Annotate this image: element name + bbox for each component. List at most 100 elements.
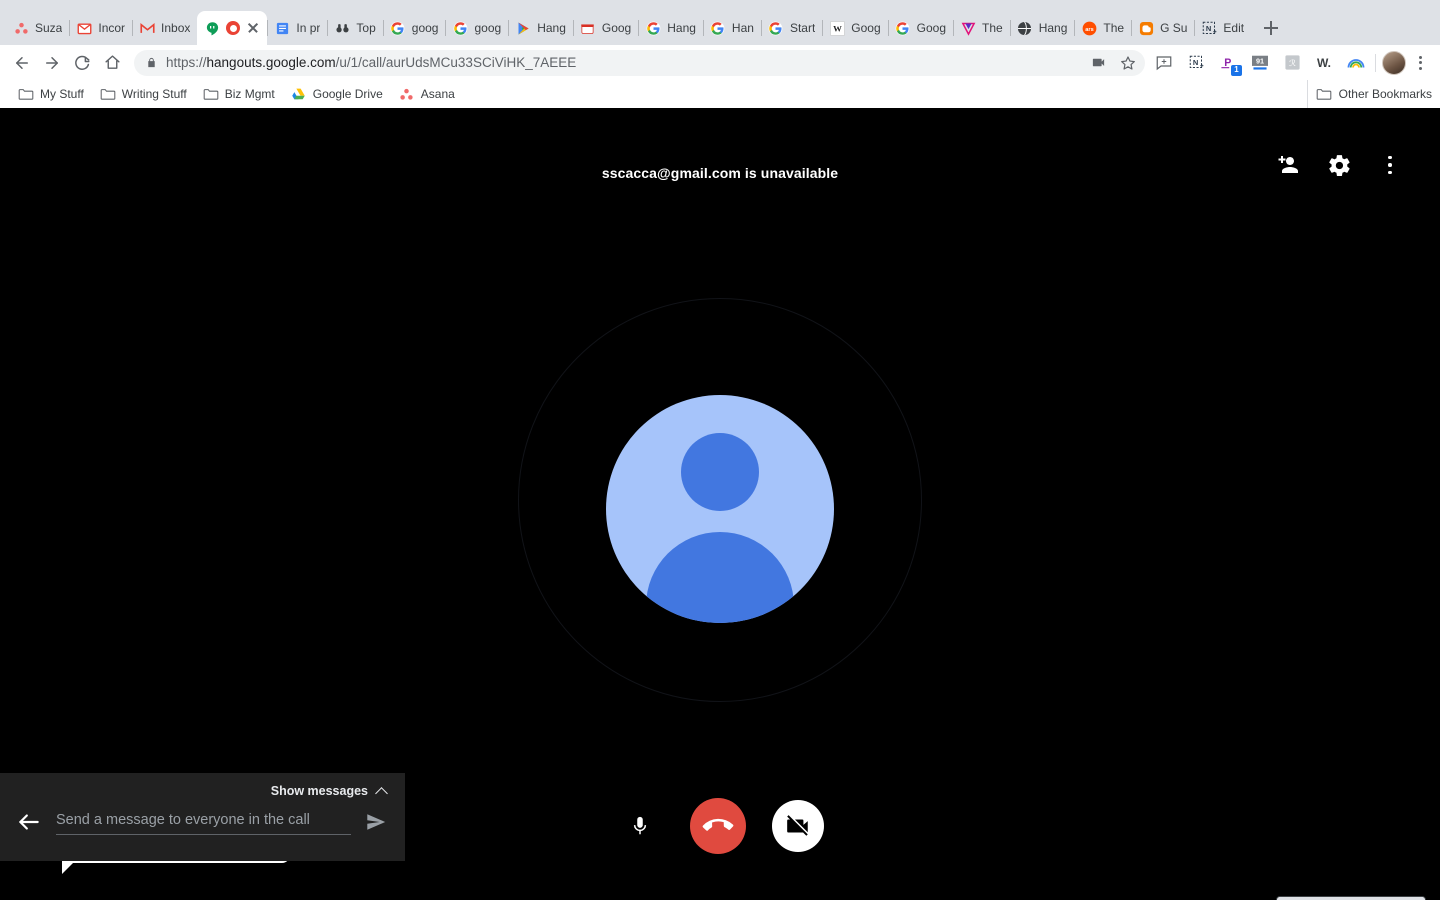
profile-avatar[interactable] <box>1382 50 1406 75</box>
pocket-icon[interactable]: P1 <box>1217 52 1242 76</box>
chevron-up-icon <box>376 786 387 797</box>
hangouts-icon <box>204 20 220 36</box>
binoculars-icon <box>334 20 350 36</box>
tab-separator <box>638 20 640 36</box>
home-button[interactable] <box>98 49 126 77</box>
tab-title: Hang <box>537 21 566 35</box>
url-text: https://hangouts.google.com/u/1/call/aur… <box>166 55 576 70</box>
browser-tab[interactable]: Hang <box>638 11 703 45</box>
svg-text:N: N <box>1192 58 1197 67</box>
browser-tab[interactable]: Hang <box>1009 11 1075 45</box>
browser-tab[interactable]: Goog <box>572 11 638 45</box>
tab-title: Hang <box>1038 21 1068 35</box>
new-tab-button[interactable] <box>1257 14 1285 42</box>
bookmark-item[interactable]: Google Drive <box>283 84 391 104</box>
browser-tab[interactable]: ars The <box>1074 11 1131 45</box>
extension-badge: 1 <box>1231 64 1242 76</box>
browser-tab[interactable]: Goog <box>887 11 953 45</box>
google-drive-icon <box>291 87 307 101</box>
address-bar[interactable]: https://hangouts.google.com/u/1/call/aur… <box>134 49 1145 76</box>
grammar-icon[interactable]: ℛ <box>1281 52 1303 74</box>
url-scheme: https:// <box>166 55 207 70</box>
more-options-icon[interactable] <box>1378 152 1402 178</box>
google-icon <box>768 20 784 36</box>
bookmark-label: Biz Mgmt <box>224 87 275 101</box>
bookmark-item[interactable]: Writing Stuff <box>92 84 195 104</box>
evernote-icon[interactable]: N <box>1185 52 1207 74</box>
url-path: /u/1/call/aurUdsMCu33SCiViHK_7AEEE <box>335 55 577 70</box>
mute-microphone-button[interactable] <box>616 802 664 850</box>
browser-tab[interactable]: The <box>953 11 1010 45</box>
tab-title: goog <box>411 21 439 35</box>
star-chat-icon[interactable] <box>1153 52 1175 74</box>
bookmark-item[interactable]: Asana <box>391 84 463 104</box>
forward-button[interactable] <box>38 49 66 77</box>
browser-tab[interactable]: Start <box>760 11 822 45</box>
play-store-icon <box>515 20 531 36</box>
tab-title: Han <box>731 21 754 35</box>
browser-tab[interactable]: Incor <box>69 11 132 45</box>
call-status-title: sscacca@gmail.com is unavailable <box>601 165 839 181</box>
tab-title: Edit <box>1223 21 1245 35</box>
browser-tab[interactable]: Top <box>327 11 382 45</box>
rainbow-icon[interactable] <box>1345 52 1367 74</box>
browser-tab[interactable]: In pr <box>267 11 327 45</box>
bookmark-item[interactable]: Biz Mgmt <box>195 84 283 104</box>
tab-separator <box>267 20 269 36</box>
svg-text:N: N <box>1206 24 1211 33</box>
bookmark-label: Asana <box>420 87 455 101</box>
folder-icon <box>18 87 34 101</box>
folder-icon <box>1316 87 1332 101</box>
browser-tab[interactable]: Suza <box>6 11 69 45</box>
asana-icon <box>399 87 415 101</box>
browser-tab[interactable]: G Su <box>1131 11 1194 45</box>
other-bookmarks-button[interactable]: Other Bookmarks <box>1306 80 1432 108</box>
gear-icon[interactable] <box>1326 152 1352 178</box>
verge-icon <box>960 20 976 36</box>
chrome-menu-button[interactable] <box>1408 51 1432 75</box>
chrome-store-icon <box>580 20 596 36</box>
tab-title: Goog <box>601 21 632 35</box>
browser-tab[interactable]: Han <box>702 11 761 45</box>
tab-separator <box>445 20 447 36</box>
video-camera-icon[interactable] <box>1087 52 1109 74</box>
url-domain: hangouts.google.com <box>206 55 336 70</box>
svg-text:ℛ: ℛ <box>1289 58 1296 68</box>
google-icon <box>390 20 406 36</box>
reload-button[interactable] <box>68 49 96 77</box>
browser-tab[interactable]: goog <box>382 11 446 45</box>
page-score-icon[interactable]: 91 <box>1249 52 1271 74</box>
tab-title: Incor <box>98 21 126 35</box>
google-docs-icon <box>274 20 290 36</box>
hangup-button[interactable] <box>690 798 746 854</box>
google-icon <box>710 20 726 36</box>
browser-tab[interactable]: W Goog <box>822 11 887 45</box>
browser-tab[interactable]: goog <box>445 11 508 45</box>
bookmark-star-icon[interactable] <box>1117 52 1139 74</box>
browser-chrome: Suza Incor Inbox In pr Top goog goog Hang Goog Ha… <box>0 0 1440 108</box>
turn-off-camera-button[interactable] <box>772 800 824 852</box>
browser-tab[interactable]: N Edit <box>1194 11 1251 45</box>
browser-tab[interactable]: Inbox <box>132 11 197 45</box>
tab-separator <box>1194 20 1196 36</box>
bookmark-label: My Stuff <box>40 87 84 101</box>
bookmark-item[interactable]: My Stuff <box>10 84 92 104</box>
back-button[interactable] <box>8 49 36 77</box>
recording-indicator-icon <box>226 21 241 35</box>
browser-tab[interactable]: Hang <box>508 11 573 45</box>
wikiwand-icon[interactable]: W. <box>1313 52 1335 74</box>
ars-technica-icon: ars <box>1081 20 1097 36</box>
call-controls <box>0 798 1440 854</box>
tab-title: Suza <box>35 21 63 35</box>
tab-separator <box>1131 20 1133 36</box>
svg-text:ars: ars <box>1085 27 1093 33</box>
add-person-icon[interactable] <box>1274 152 1300 178</box>
show-messages-label: Show messages <box>270 784 368 798</box>
tab-title: G Su <box>1160 21 1188 35</box>
tab-separator <box>382 20 384 36</box>
browser-tab-active[interactable] <box>197 11 268 45</box>
close-tab-icon[interactable] <box>246 21 260 35</box>
show-messages-button[interactable]: Show messages <box>271 784 387 798</box>
tab-title: Hang <box>667 21 696 35</box>
tab-separator <box>132 20 134 36</box>
